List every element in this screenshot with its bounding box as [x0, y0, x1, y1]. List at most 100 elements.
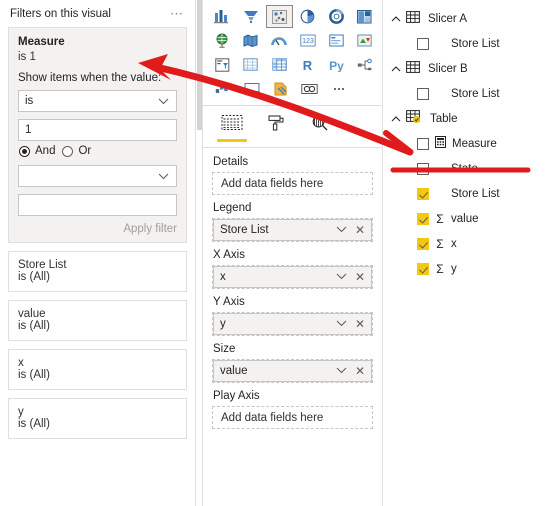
pie-chart-icon[interactable] [295, 5, 322, 28]
gallery-row: R Py [209, 53, 378, 76]
field-checkbox[interactable] [417, 162, 429, 175]
filter-card-measure[interactable]: Measure is 1 Show items when the value: … [8, 27, 187, 243]
chevron-up-icon[interactable] [391, 14, 401, 24]
chevron-down-icon[interactable] [336, 271, 347, 283]
well-playaxis-dropzone[interactable]: Add data fields here [212, 406, 373, 429]
well-xaxis-title: X Axis [213, 249, 245, 261]
filled-map-icon[interactable] [238, 29, 265, 52]
field-row-value[interactable]: Σ value [389, 206, 533, 231]
table-name: Slicer A [428, 12, 467, 25]
field-checkbox[interactable] [417, 187, 429, 200]
scrollbar-thumb[interactable] [197, 0, 202, 130]
visual-type-gallery: 123 R Py [203, 0, 382, 106]
field-row-y[interactable]: Σ y [389, 256, 533, 281]
filter-summary: is (All) [18, 320, 50, 332]
ellipsis-icon[interactable]: ⋯ [167, 7, 187, 20]
remove-field-icon[interactable]: ✕ [355, 365, 365, 377]
filter-summary: is (All) [18, 418, 50, 430]
filter-value-input[interactable]: 1 [18, 119, 177, 141]
filter-operator-value: is [25, 95, 34, 107]
filter-card-x[interactable]: x is (All) [8, 349, 187, 390]
fields-table-slicer-b[interactable]: Slicer B [389, 56, 533, 81]
chevron-down-icon[interactable] [336, 224, 347, 236]
filter-card-store-list[interactable]: Store List is (All) [8, 251, 187, 292]
key-influencers-icon[interactable] [209, 77, 236, 100]
filter-card-y[interactable]: y is (All) [8, 398, 187, 439]
table-grid-icon-with-check-badge [406, 110, 422, 127]
tab-fields[interactable] [217, 114, 247, 147]
svg-text:123: 123 [302, 38, 314, 45]
field-chip-legend[interactable]: Store List ✕ [213, 219, 372, 241]
table-icon[interactable] [238, 53, 265, 76]
fields-table-table[interactable]: Table [389, 106, 533, 131]
field-chip-yaxis[interactable]: y ✕ [213, 313, 372, 335]
chevron-up-icon[interactable] [391, 64, 401, 74]
radio-or[interactable]: Or [62, 145, 91, 157]
well-legend-dropzone[interactable]: Store List ✕ [212, 218, 373, 242]
filters-pane-scrollbar[interactable] [196, 0, 203, 506]
kpi-icon[interactable] [352, 29, 379, 52]
sigma-icon: Σ [436, 261, 444, 276]
field-checkbox[interactable] [417, 262, 429, 275]
multi-row-card-icon[interactable] [323, 29, 350, 52]
filter-summary: is (All) [18, 271, 50, 283]
card-icon[interactable]: 123 [295, 29, 322, 52]
field-checkbox[interactable] [417, 212, 429, 225]
decomposition-tree-icon[interactable] [352, 53, 379, 76]
filter-card-value[interactable]: value is (All) [8, 300, 187, 341]
remove-field-icon[interactable]: ✕ [355, 318, 365, 330]
donut-chart-icon[interactable] [323, 5, 350, 28]
smart-narrative-icon[interactable] [238, 77, 265, 100]
gauge-icon[interactable] [266, 29, 293, 52]
more-visuals-icon[interactable] [325, 77, 352, 100]
r-script-visual-icon[interactable]: R [295, 53, 322, 76]
filter-second-value-input[interactable] [18, 194, 177, 216]
matrix-icon[interactable] [266, 53, 293, 76]
field-checkbox[interactable] [417, 37, 429, 50]
well-xaxis-dropzone[interactable]: x ✕ [212, 265, 373, 289]
tab-analytics[interactable] [305, 114, 335, 147]
remove-field-icon[interactable]: ✕ [355, 271, 365, 283]
map-icon[interactable] [209, 29, 236, 52]
filter-field-name: value [18, 308, 46, 320]
slicer-icon[interactable] [209, 53, 236, 76]
filter-operator-dropdown[interactable]: is [18, 90, 177, 112]
chevron-down-icon[interactable] [336, 365, 347, 377]
remove-field-icon[interactable]: ✕ [355, 224, 365, 236]
field-label: Measure [452, 137, 497, 150]
tab-format[interactable] [261, 114, 291, 147]
field-row-store-list[interactable]: Store List [389, 181, 533, 206]
funnel-chart-icon[interactable] [238, 5, 265, 28]
arcgis-maps-icon[interactable] [296, 77, 323, 100]
radio-and[interactable]: And [19, 145, 55, 157]
paginated-report-icon[interactable] [267, 77, 294, 100]
well-size-dropzone[interactable]: value ✕ [212, 359, 373, 383]
fields-table-slicer-a[interactable]: Slicer A [389, 6, 533, 31]
field-checkbox[interactable] [417, 237, 429, 250]
field-chip-size[interactable]: value ✕ [213, 360, 372, 382]
field-row-slicer-a-store-list[interactable]: Store List [389, 31, 533, 56]
field-row-x[interactable]: Σ x [389, 231, 533, 256]
field-row-slicer-b-store-list[interactable]: Store List [389, 81, 533, 106]
stacked-bar-chart-icon[interactable] [209, 5, 236, 28]
apply-filter-button[interactable]: Apply filter [18, 223, 177, 235]
treemap-icon[interactable] [352, 5, 379, 28]
filter-second-operator-dropdown[interactable] [18, 165, 177, 187]
table-grid-icon [406, 11, 420, 26]
chevron-up-icon[interactable] [391, 114, 401, 124]
radio-and-label: And [35, 145, 56, 157]
field-row-state[interactable]: State [389, 156, 533, 181]
field-checkbox[interactable] [417, 87, 429, 100]
scatter-chart-icon[interactable] [266, 5, 293, 28]
python-visual-icon[interactable]: Py [323, 53, 350, 76]
well-legend-title: Legend [213, 202, 252, 214]
chevron-down-icon[interactable] [336, 318, 347, 330]
visualizations-pane: 123 R Py Details Add data fields here Le… [203, 0, 383, 506]
well-yaxis-dropzone[interactable]: y ✕ [212, 312, 373, 336]
well-details-dropzone[interactable]: Add data fields here [212, 172, 373, 195]
field-checkbox[interactable] [417, 137, 429, 150]
table-name: Table [430, 112, 458, 125]
field-row-measure[interactable]: Measure [389, 131, 533, 156]
filters-pane: Filters on this visual ⋯ Measure is 1 Sh… [0, 0, 196, 506]
field-chip-xaxis[interactable]: x ✕ [213, 266, 372, 288]
